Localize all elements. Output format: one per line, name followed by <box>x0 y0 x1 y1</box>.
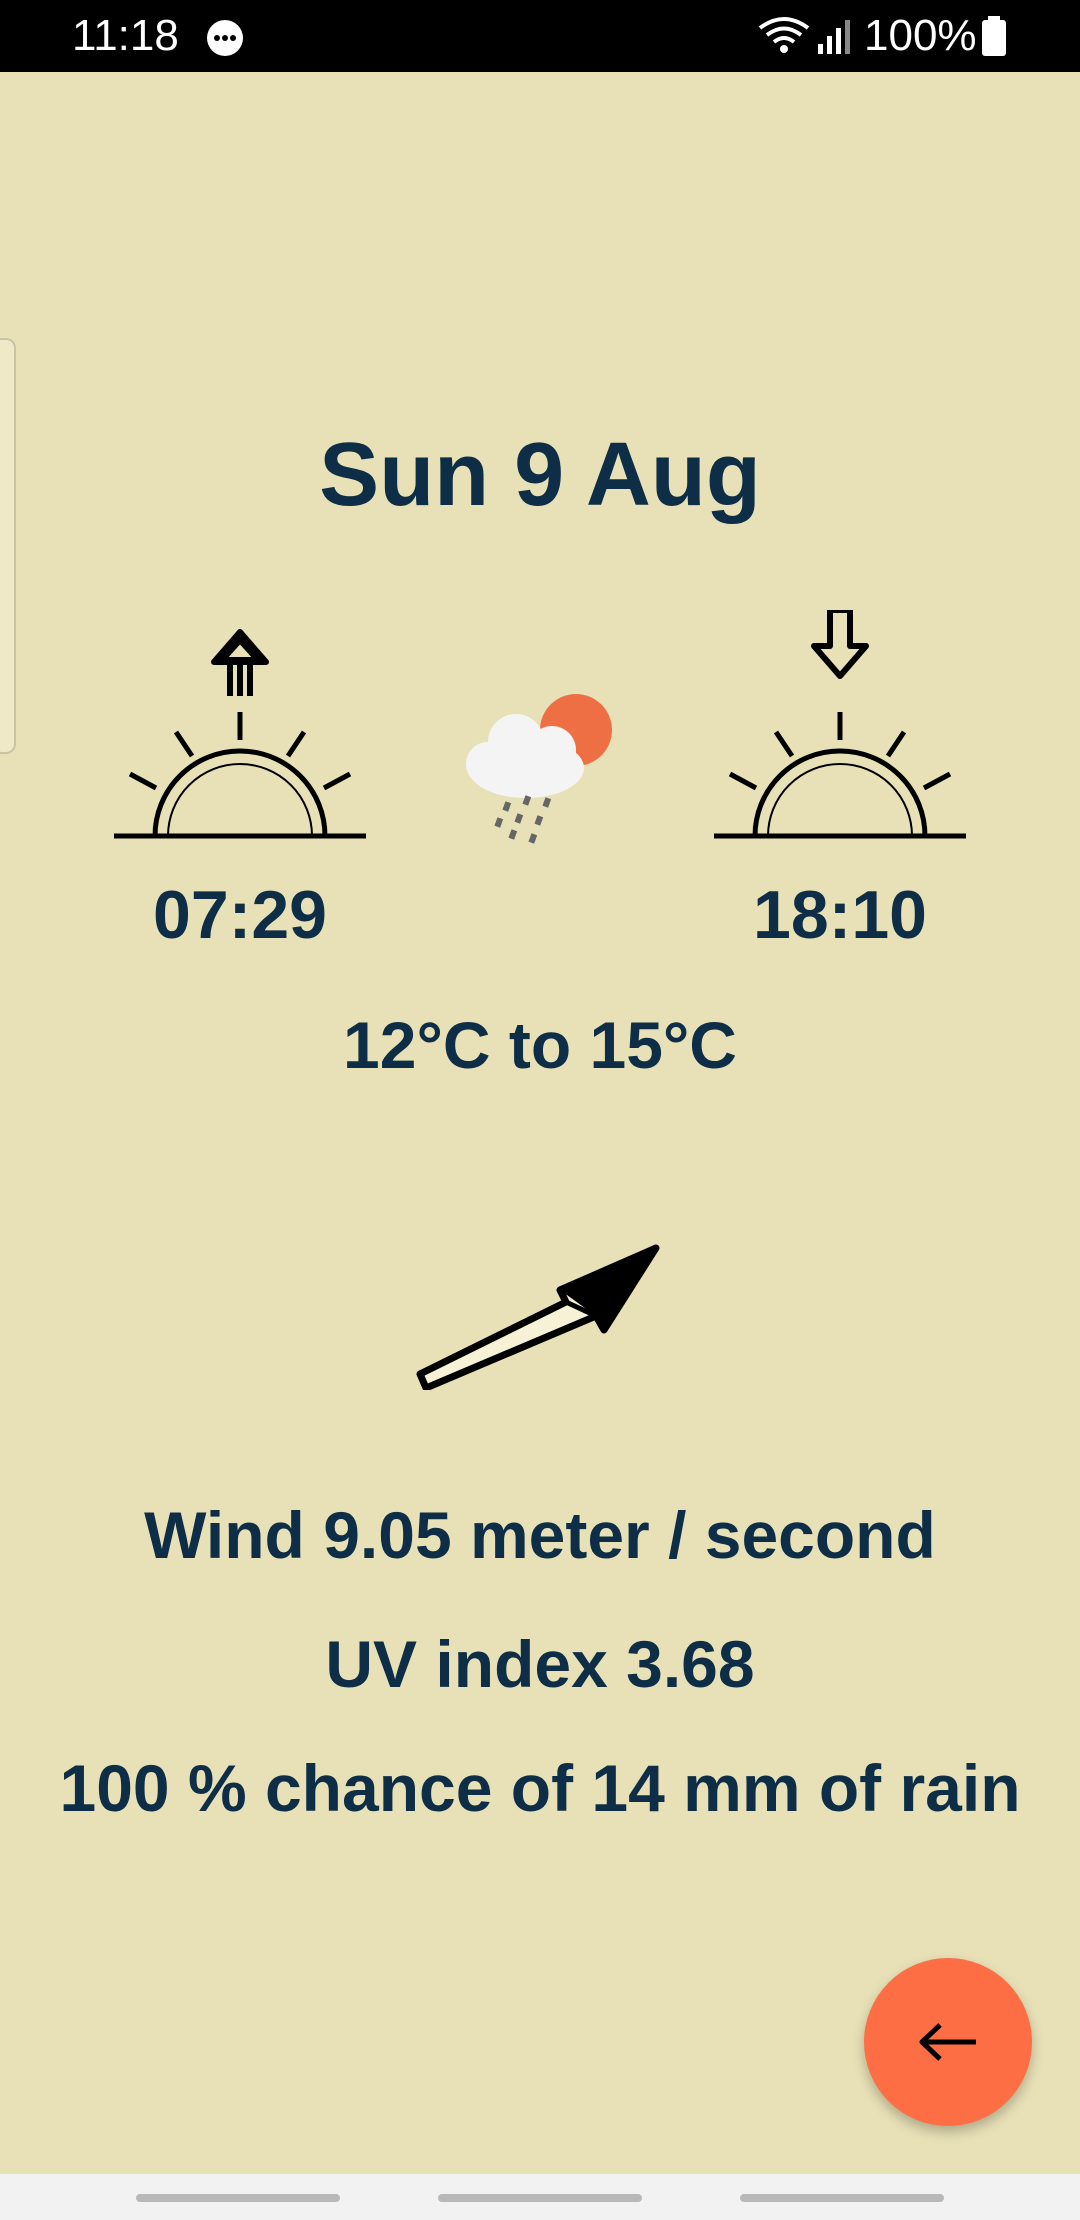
wifi-icon <box>758 17 810 53</box>
message-icon <box>207 20 243 56</box>
navigation-bar <box>0 2174 1080 2220</box>
sunrise-time: 07:29 <box>153 877 327 953</box>
nav-back-button[interactable] <box>740 2194 944 2202</box>
wind-direction-arrow-icon <box>416 1244 660 1390</box>
battery-icon <box>982 16 1006 56</box>
nav-recents-button[interactable] <box>136 2194 340 2202</box>
back-button[interactable] <box>864 1958 1032 2126</box>
rain-chance: 100 % chance of 14 mm of rain <box>59 1751 1021 1825</box>
status-bar: 11:18 100% <box>0 0 1080 72</box>
nav-home-button[interactable] <box>438 2194 642 2202</box>
forecast-date: Sun 9 Aug <box>319 425 761 525</box>
sunset-icon <box>714 610 966 839</box>
sunset-time: 18:10 <box>753 877 927 953</box>
uv-index: UV index 3.68 <box>325 1627 755 1701</box>
battery-percentage: 100% <box>864 11 977 60</box>
edge-panel-handle[interactable] <box>0 338 16 754</box>
back-arrow-icon <box>919 2023 976 2061</box>
wind-speed: Wind 9.05 meter / second <box>144 1498 936 1572</box>
sunrise-icon <box>114 629 366 839</box>
rain-cloud-sun-icon <box>466 694 612 844</box>
temperature-range: 12°C to 15°C <box>343 1008 737 1082</box>
signal-icon <box>818 20 850 54</box>
status-time: 11:18 <box>72 11 179 60</box>
